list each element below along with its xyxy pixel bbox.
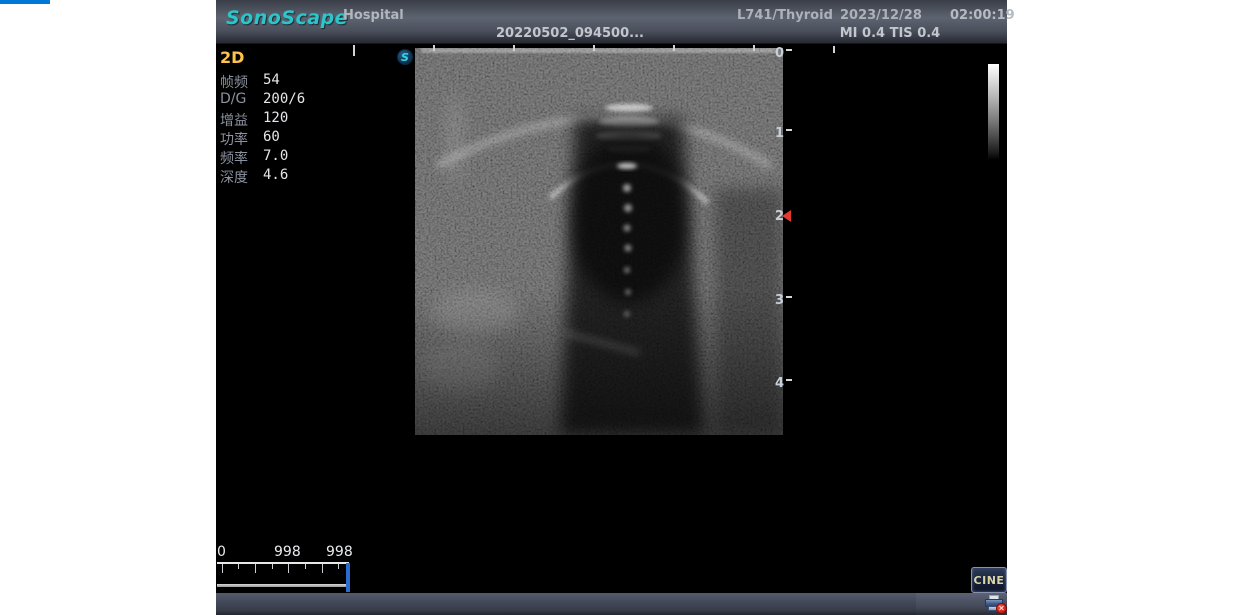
depth-mark-4: 4 bbox=[766, 376, 784, 391]
depth-tick bbox=[786, 379, 792, 381]
param-value: 4.6 bbox=[263, 167, 288, 183]
probe-preset: L741/Thyroid bbox=[737, 8, 833, 23]
cine-tick bbox=[272, 564, 273, 569]
parameter-panel: 2D 帧频 54 D/G 200/6 增益 120 功率 60 频率 7.0 bbox=[220, 48, 350, 186]
exam-id: 20220502_094500... bbox=[470, 26, 670, 41]
hospital-name: Hospital bbox=[343, 8, 404, 23]
mi-tis-indices: MI 0.4 TIS 0.4 bbox=[830, 26, 950, 41]
grayscale-map-bar bbox=[988, 64, 999, 160]
focus-position-marker-icon[interactable] bbox=[782, 210, 791, 222]
cine-tick bbox=[305, 564, 306, 569]
top-ruler-tick bbox=[593, 45, 595, 51]
cine-progress-bar bbox=[217, 584, 349, 587]
ultrasound-render bbox=[415, 48, 783, 435]
param-label: 频率 bbox=[220, 148, 248, 168]
param-value: 54 bbox=[263, 72, 280, 88]
param-label: 增益 bbox=[220, 110, 248, 130]
top-ruler-tick bbox=[673, 45, 675, 51]
param-value: 60 bbox=[263, 129, 280, 145]
printer-status-icon[interactable]: ✕ bbox=[984, 595, 1007, 614]
param-row-depth: 深度 4.6 bbox=[220, 167, 350, 186]
sonoscape-s-icon: S bbox=[397, 49, 413, 65]
top-ruler-tick bbox=[433, 45, 435, 51]
ultrasound-screen: SonoScape Hospital L741/Thyroid 2023/12/… bbox=[216, 0, 1007, 615]
param-label: 帧频 bbox=[220, 72, 248, 92]
param-value: 120 bbox=[263, 110, 288, 126]
depth-mark-0: 0 bbox=[766, 46, 784, 61]
top-status-bar: SonoScape Hospital L741/Thyroid 2023/12/… bbox=[216, 0, 1007, 44]
cine-tick bbox=[238, 564, 239, 569]
param-label: 深度 bbox=[220, 167, 248, 187]
param-row-frequency: 频率 7.0 bbox=[220, 148, 350, 167]
cine-current-frame: 998 bbox=[326, 544, 353, 560]
mode-label: 2D bbox=[220, 48, 350, 67]
printer-error-badge-icon: ✕ bbox=[996, 603, 1007, 614]
cine-start-frame: 0 bbox=[217, 544, 226, 560]
cine-button[interactable]: CINE bbox=[971, 567, 1007, 593]
cine-tick bbox=[222, 564, 223, 573]
cine-tick bbox=[322, 564, 323, 573]
param-row-framerate: 帧频 54 bbox=[220, 72, 350, 91]
s-icon-letter: S bbox=[398, 50, 412, 65]
cine-position-cursor[interactable] bbox=[346, 563, 350, 592]
cine-loop-widget: 0 998 998 bbox=[216, 544, 356, 593]
param-value: 200/6 bbox=[263, 91, 305, 107]
top-ruler-tick bbox=[833, 46, 835, 53]
cine-ruler[interactable] bbox=[217, 562, 349, 584]
cine-tick bbox=[255, 564, 256, 573]
param-row-gain: 增益 120 bbox=[220, 110, 350, 129]
depth-tick bbox=[786, 296, 792, 298]
system-time: 02:00:19 bbox=[950, 8, 1015, 23]
depth-tick bbox=[786, 49, 792, 51]
cine-tick bbox=[338, 564, 339, 569]
page-accent-bar bbox=[0, 0, 50, 4]
system-date: 2023/12/28 bbox=[840, 8, 922, 23]
param-row-dg: D/G 200/6 bbox=[220, 91, 350, 110]
bottom-task-bar bbox=[216, 593, 1007, 615]
cine-tick bbox=[288, 564, 289, 573]
page: SonoScape Hospital L741/Thyroid 2023/12/… bbox=[0, 0, 1239, 615]
depth-mark-3: 3 bbox=[766, 293, 784, 308]
param-label: D/G bbox=[220, 91, 246, 107]
top-ruler-tick bbox=[753, 45, 755, 51]
top-ruler-tick bbox=[513, 45, 515, 51]
cine-total-frames: 998 bbox=[274, 544, 301, 560]
param-label: 功率 bbox=[220, 129, 248, 149]
brand-logo: SonoScape bbox=[226, 7, 348, 29]
depth-tick bbox=[786, 129, 792, 131]
depth-mark-1: 1 bbox=[766, 126, 784, 141]
param-value: 7.0 bbox=[263, 148, 288, 164]
param-row-power: 功率 60 bbox=[220, 129, 350, 148]
bmode-ultrasound-image[interactable] bbox=[415, 48, 783, 435]
top-ruler-tick bbox=[353, 45, 355, 56]
